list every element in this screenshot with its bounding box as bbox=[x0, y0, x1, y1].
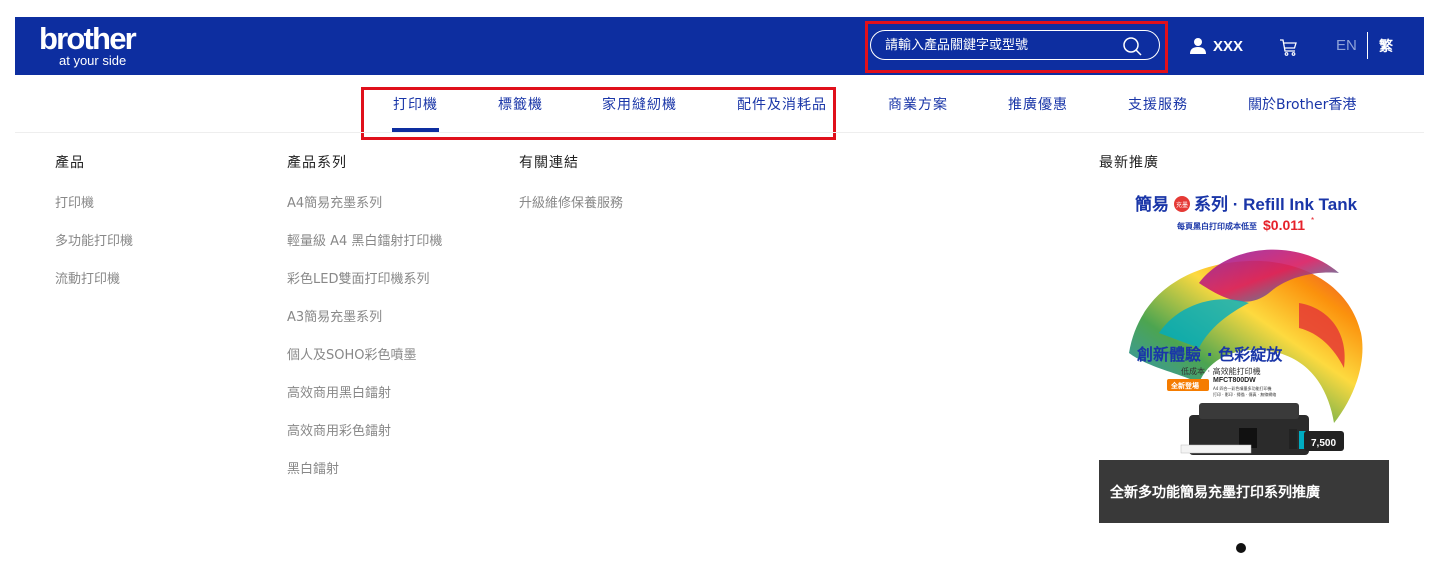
promo-headline-b: 系列 · Refill Ink Tank bbox=[1194, 194, 1358, 214]
user-name: XXX bbox=[1213, 37, 1244, 55]
menu-link-printers[interactable]: 打印機 bbox=[55, 192, 94, 211]
promo-model-price: 7,500 bbox=[1311, 438, 1336, 449]
promo-headline-a: 簡易 bbox=[1134, 194, 1169, 215]
promo-caption-bar: 全新多功能簡易充墨打印系列推廣 bbox=[1099, 460, 1389, 523]
nav-item-business-solutions[interactable]: 商業方案 bbox=[888, 94, 948, 114]
promo-model-sub-1: A4 四合一彩色噴墨多功能打印機 bbox=[1213, 385, 1272, 391]
brother-logo[interactable]: brother at your side bbox=[39, 21, 169, 71]
nav-item-about[interactable]: 關於Brother香港 bbox=[1248, 94, 1356, 114]
logo-wordmark: brother bbox=[39, 21, 137, 56]
menu-link-upgrade-service[interactable]: 升級維修保養服務 bbox=[519, 192, 623, 211]
language-english[interactable]: EN bbox=[1336, 37, 1357, 54]
language-divider bbox=[1367, 32, 1368, 59]
menu-link-series[interactable]: A3簡易充墨系列 bbox=[287, 306, 382, 325]
menu-col-related-title: 有關連結 bbox=[519, 155, 579, 171]
menu-link-series[interactable]: 高效商用彩色鐳射 bbox=[287, 420, 391, 439]
cart-icon[interactable] bbox=[1279, 37, 1299, 57]
nav-divider bbox=[15, 132, 1424, 133]
logo-tagline: at your side bbox=[59, 53, 127, 68]
nav-item-support[interactable]: 支援服務 bbox=[1128, 94, 1188, 114]
promo-model: MFCT800DW bbox=[1213, 377, 1256, 384]
menu-link-series[interactable]: A4簡易充墨系列 bbox=[287, 192, 382, 211]
promo-price: $0.011 bbox=[1263, 217, 1305, 233]
nav-item-promotions[interactable]: 推廣優惠 bbox=[1008, 94, 1068, 114]
promo-model-sub-2: 打印 · 影印 · 掃描 · 傳真 · 無線網絡 bbox=[1213, 391, 1276, 397]
user-account[interactable]: XXX bbox=[1189, 35, 1243, 57]
menu-col-products-title: 產品 bbox=[55, 155, 85, 171]
top-header-bar: brother at your side XXX EN 繁 bbox=[15, 17, 1424, 75]
menu-link-mobile-printers[interactable]: 流動打印機 bbox=[55, 268, 120, 287]
menu-link-multifunction-printers[interactable]: 多功能打印機 bbox=[55, 230, 133, 249]
promo-tagline: 創新體驗 · 色彩綻放 bbox=[1136, 345, 1283, 364]
promo-headline-badge: 充墨 bbox=[1176, 201, 1188, 209]
language-traditional-chinese[interactable]: 繁 bbox=[1379, 36, 1393, 56]
menu-col-latest-promo-title: 最新推廣 bbox=[1099, 155, 1159, 171]
menu-link-series[interactable]: 彩色LED雙面打印機系列 bbox=[287, 268, 429, 287]
search-highlight-box bbox=[865, 21, 1168, 73]
promo-tagline-sub: 低成本 · 高效能打印機 bbox=[1181, 366, 1261, 376]
promo-price-mark: * bbox=[1311, 216, 1314, 225]
menu-link-series[interactable]: 高效商用黑白鐳射 bbox=[287, 382, 391, 401]
promo-subline: 每頁黑白打印成本低至 bbox=[1177, 221, 1257, 231]
user-icon bbox=[1190, 38, 1206, 54]
menu-col-series-title: 產品系列 bbox=[287, 155, 347, 171]
menu-link-series[interactable]: 個人及SOHO彩色噴墨 bbox=[287, 344, 417, 363]
promo-banner[interactable]: 簡易 充墨 系列 · Refill Ink Tank 每頁黑白打印成本低至 $0… bbox=[1099, 183, 1389, 523]
menu-link-series[interactable]: 輕量級 A4 黑白鐳射打印機 bbox=[287, 230, 442, 249]
promo-badge: 全新登場 bbox=[1170, 381, 1199, 390]
promo-caption-text: 全新多功能簡易充墨打印系列推廣 bbox=[1110, 485, 1320, 501]
carousel-dot-active[interactable] bbox=[1236, 543, 1246, 553]
menu-link-series[interactable]: 黑白鐳射 bbox=[287, 458, 339, 477]
